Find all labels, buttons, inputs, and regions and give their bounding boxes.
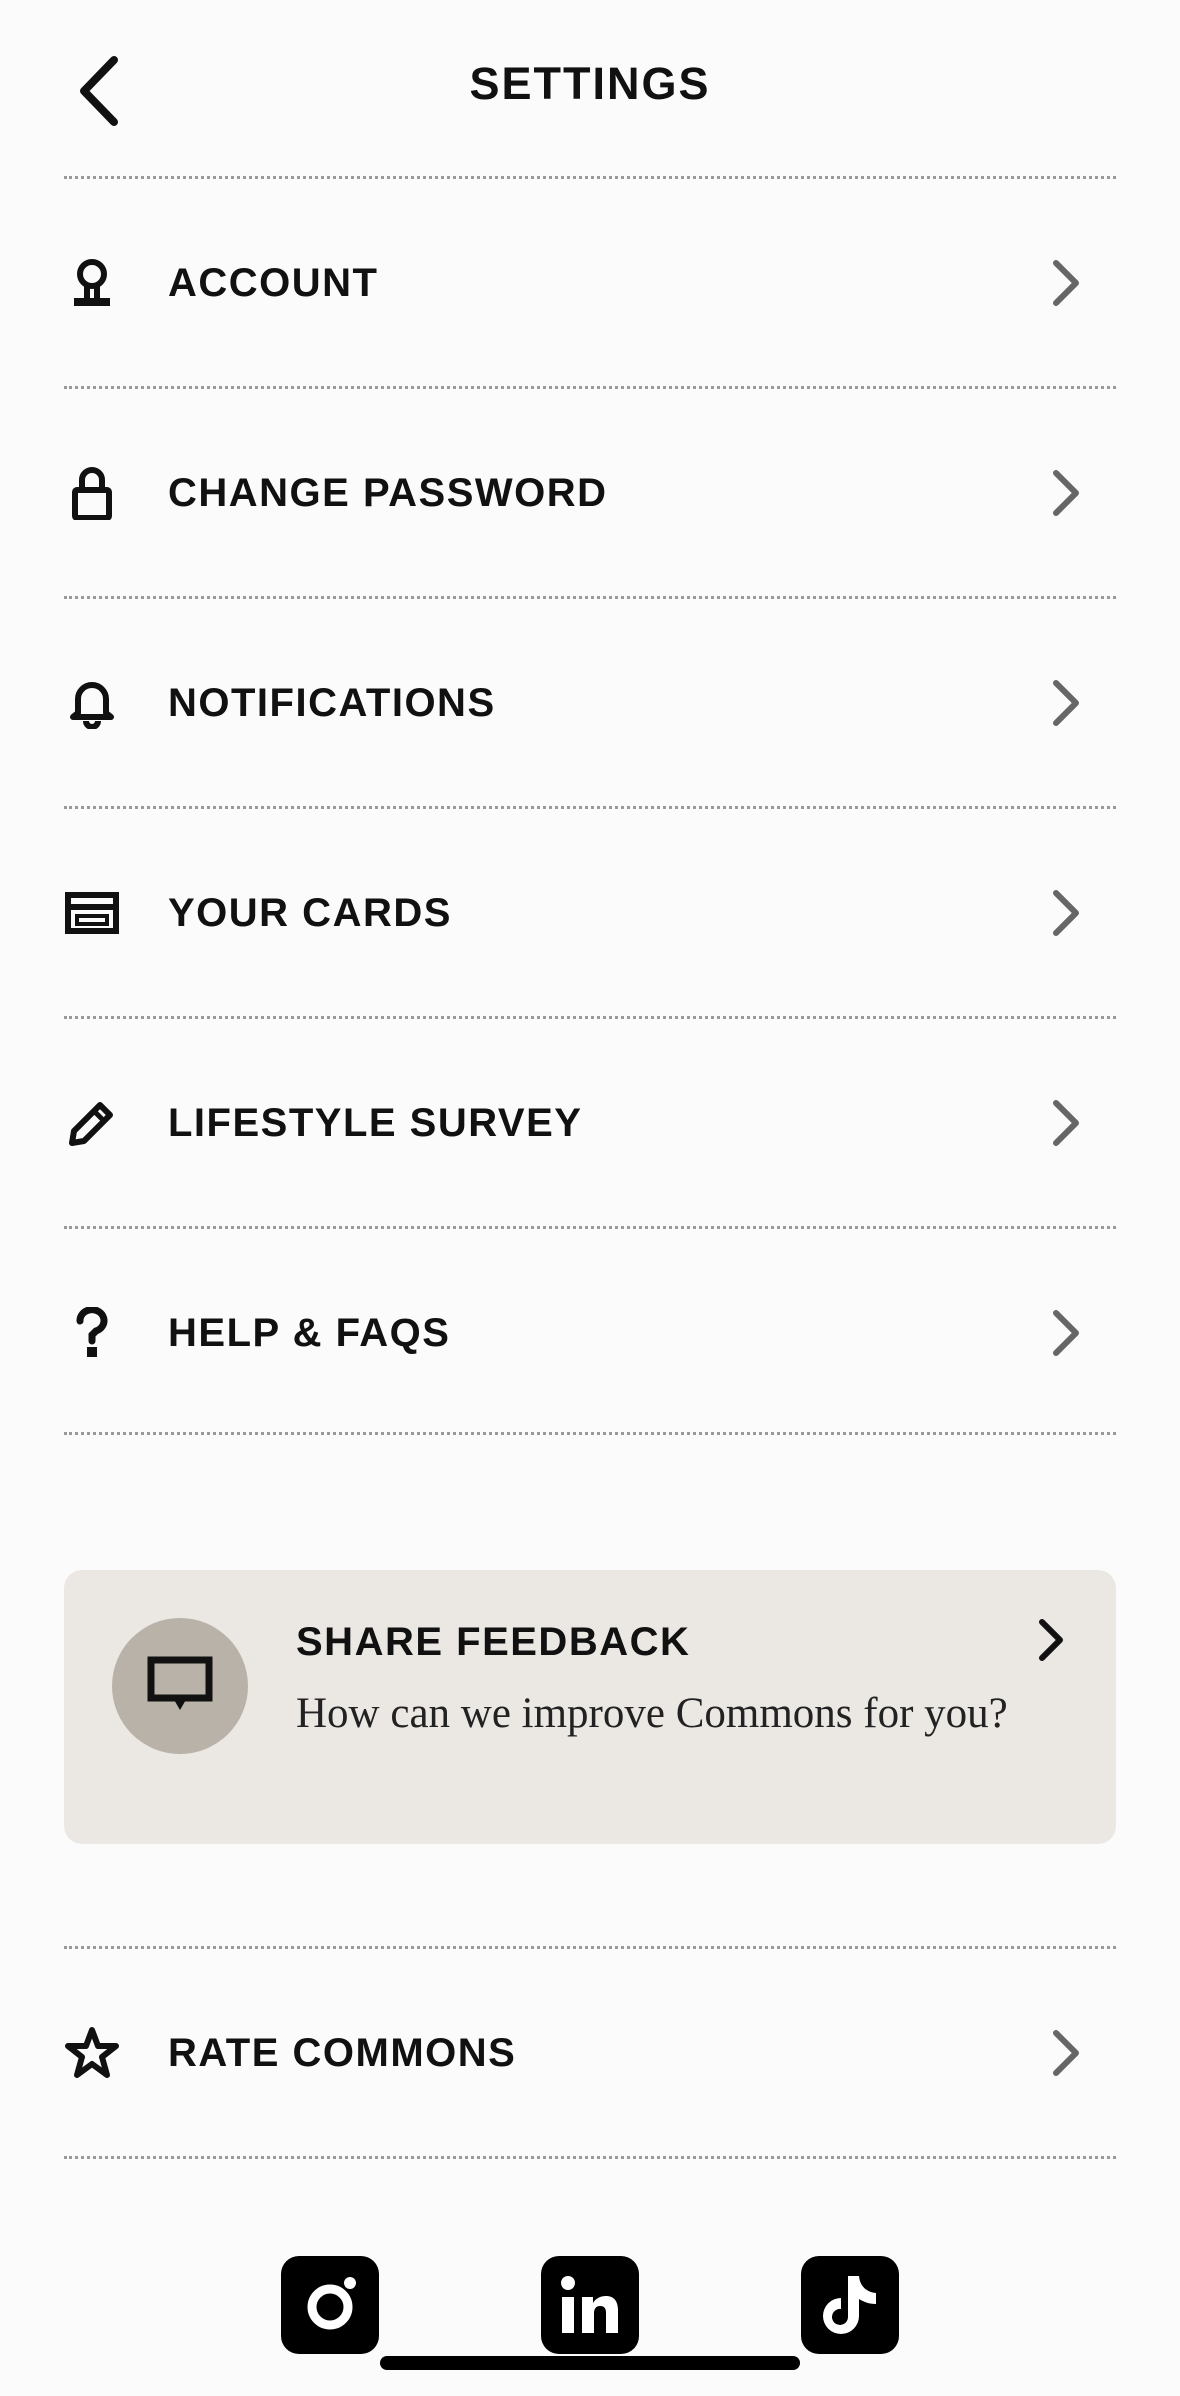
divider xyxy=(64,176,1116,179)
chevron-right-icon xyxy=(1036,463,1096,523)
divider xyxy=(64,1226,1116,1229)
chevron-right-icon xyxy=(1026,1610,1076,1670)
header: SETTINGS xyxy=(0,0,1180,178)
star-icon xyxy=(64,2025,120,2081)
chevron-right-icon xyxy=(1036,1093,1096,1153)
chevron-right-icon xyxy=(1036,883,1096,943)
card-icon xyxy=(64,885,120,941)
share-feedback-card[interactable]: SHARE FEEDBACK How can we improve Common… xyxy=(64,1570,1116,1844)
menu-item-label: YOUR CARDS xyxy=(168,890,452,935)
divider xyxy=(64,1946,1116,1949)
menu-item-label: ACCOUNT xyxy=(168,260,379,305)
question-icon xyxy=(64,1305,120,1361)
chevron-right-icon xyxy=(1036,673,1096,733)
divider xyxy=(64,596,1116,599)
chevron-right-icon xyxy=(1036,2023,1096,2083)
home-indicator xyxy=(380,2356,800,2370)
divider xyxy=(64,2156,1116,2159)
lock-icon xyxy=(64,465,120,521)
divider xyxy=(64,1432,1116,1435)
instagram-icon xyxy=(307,2277,356,2330)
feedback-avatar xyxy=(112,1618,248,1754)
menu-item-notifications[interactable]: NOTIFICATIONS xyxy=(64,600,1116,806)
feedback-title: SHARE FEEDBACK xyxy=(296,1620,691,1664)
menu-item-label: CHANGE PASSWORD xyxy=(168,470,608,515)
feedback-subtitle: How can we improve Commons for you? xyxy=(296,1690,1008,1737)
menu-item-your-cards[interactable]: YOUR CARDS xyxy=(64,810,1116,1016)
instagram-button[interactable] xyxy=(281,2256,379,2354)
tiktok-button[interactable] xyxy=(801,2256,899,2354)
page-title: SETTINGS xyxy=(469,58,711,109)
divider xyxy=(64,386,1116,389)
divider xyxy=(64,1016,1116,1019)
divider xyxy=(64,806,1116,809)
user-icon xyxy=(64,255,120,311)
menu-item-label: RATE COMMONS xyxy=(168,2030,517,2075)
menu-item-rate-commons[interactable]: RATE COMMONS xyxy=(64,1950,1116,2156)
bell-icon xyxy=(64,675,120,731)
chevron-right-icon xyxy=(1036,1303,1096,1363)
menu-item-label: HELP & FAQS xyxy=(168,1310,451,1355)
menu-item-label: LIFESTYLE SURVEY xyxy=(168,1100,583,1145)
pencil-icon xyxy=(64,1095,120,1151)
menu-item-help-faqs[interactable]: HELP & FAQS xyxy=(64,1230,1116,1436)
menu-item-lifestyle-survey[interactable]: LIFESTYLE SURVEY xyxy=(64,1020,1116,1226)
menu-item-change-password[interactable]: CHANGE PASSWORD xyxy=(64,390,1116,596)
chat-bubble-icon xyxy=(147,1656,213,1710)
linkedin-icon xyxy=(561,2276,618,2333)
chevron-right-icon xyxy=(1036,253,1096,313)
tiktok-icon xyxy=(823,2276,876,2334)
menu-item-label: NOTIFICATIONS xyxy=(168,680,496,725)
linkedin-button[interactable] xyxy=(541,2256,639,2354)
menu-item-account[interactable]: ACCOUNT xyxy=(64,180,1116,386)
